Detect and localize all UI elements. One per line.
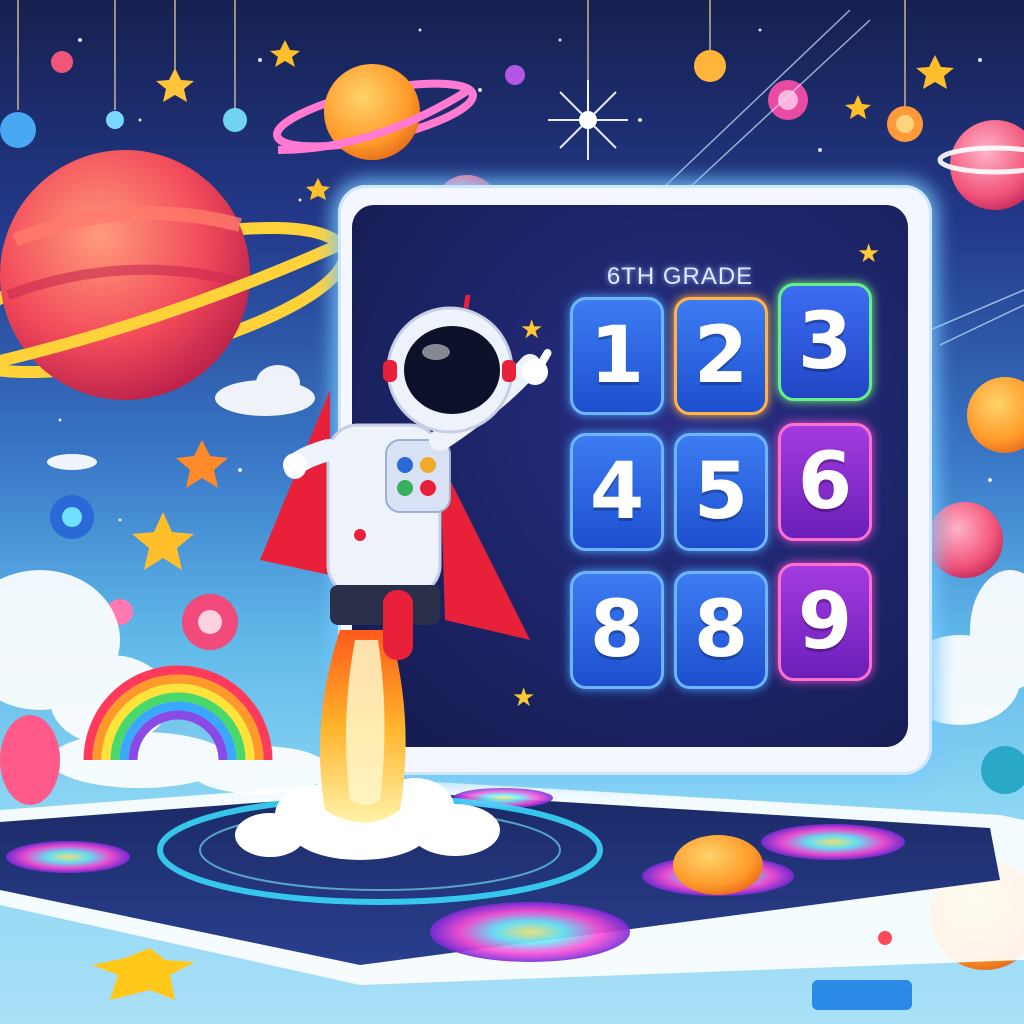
number-grid: 1 2 3 4 5 6 8 8 9 — [570, 283, 880, 727]
number-tile[interactable]: 4 — [570, 433, 664, 551]
grade-title: 6TH GRADE — [606, 263, 754, 290]
star-icon: ★ — [857, 239, 881, 269]
number-tile[interactable]: 3 — [778, 283, 872, 401]
space-scene: 6TH GRADE 1 2 3 4 5 6 8 8 9 ★ ★ ★ — [0, 0, 1024, 1024]
number-tile[interactable]: 2 — [674, 297, 768, 415]
number-tile[interactable]: 9 — [778, 563, 872, 681]
number-tile[interactable]: 1 — [570, 297, 664, 415]
number-tile[interactable]: 8 — [570, 571, 664, 689]
number-tile[interactable]: 6 — [778, 423, 872, 541]
number-tile[interactable]: 8 — [674, 571, 768, 689]
astronaut-rocket — [235, 294, 552, 860]
number-tile[interactable]: 5 — [674, 433, 768, 551]
